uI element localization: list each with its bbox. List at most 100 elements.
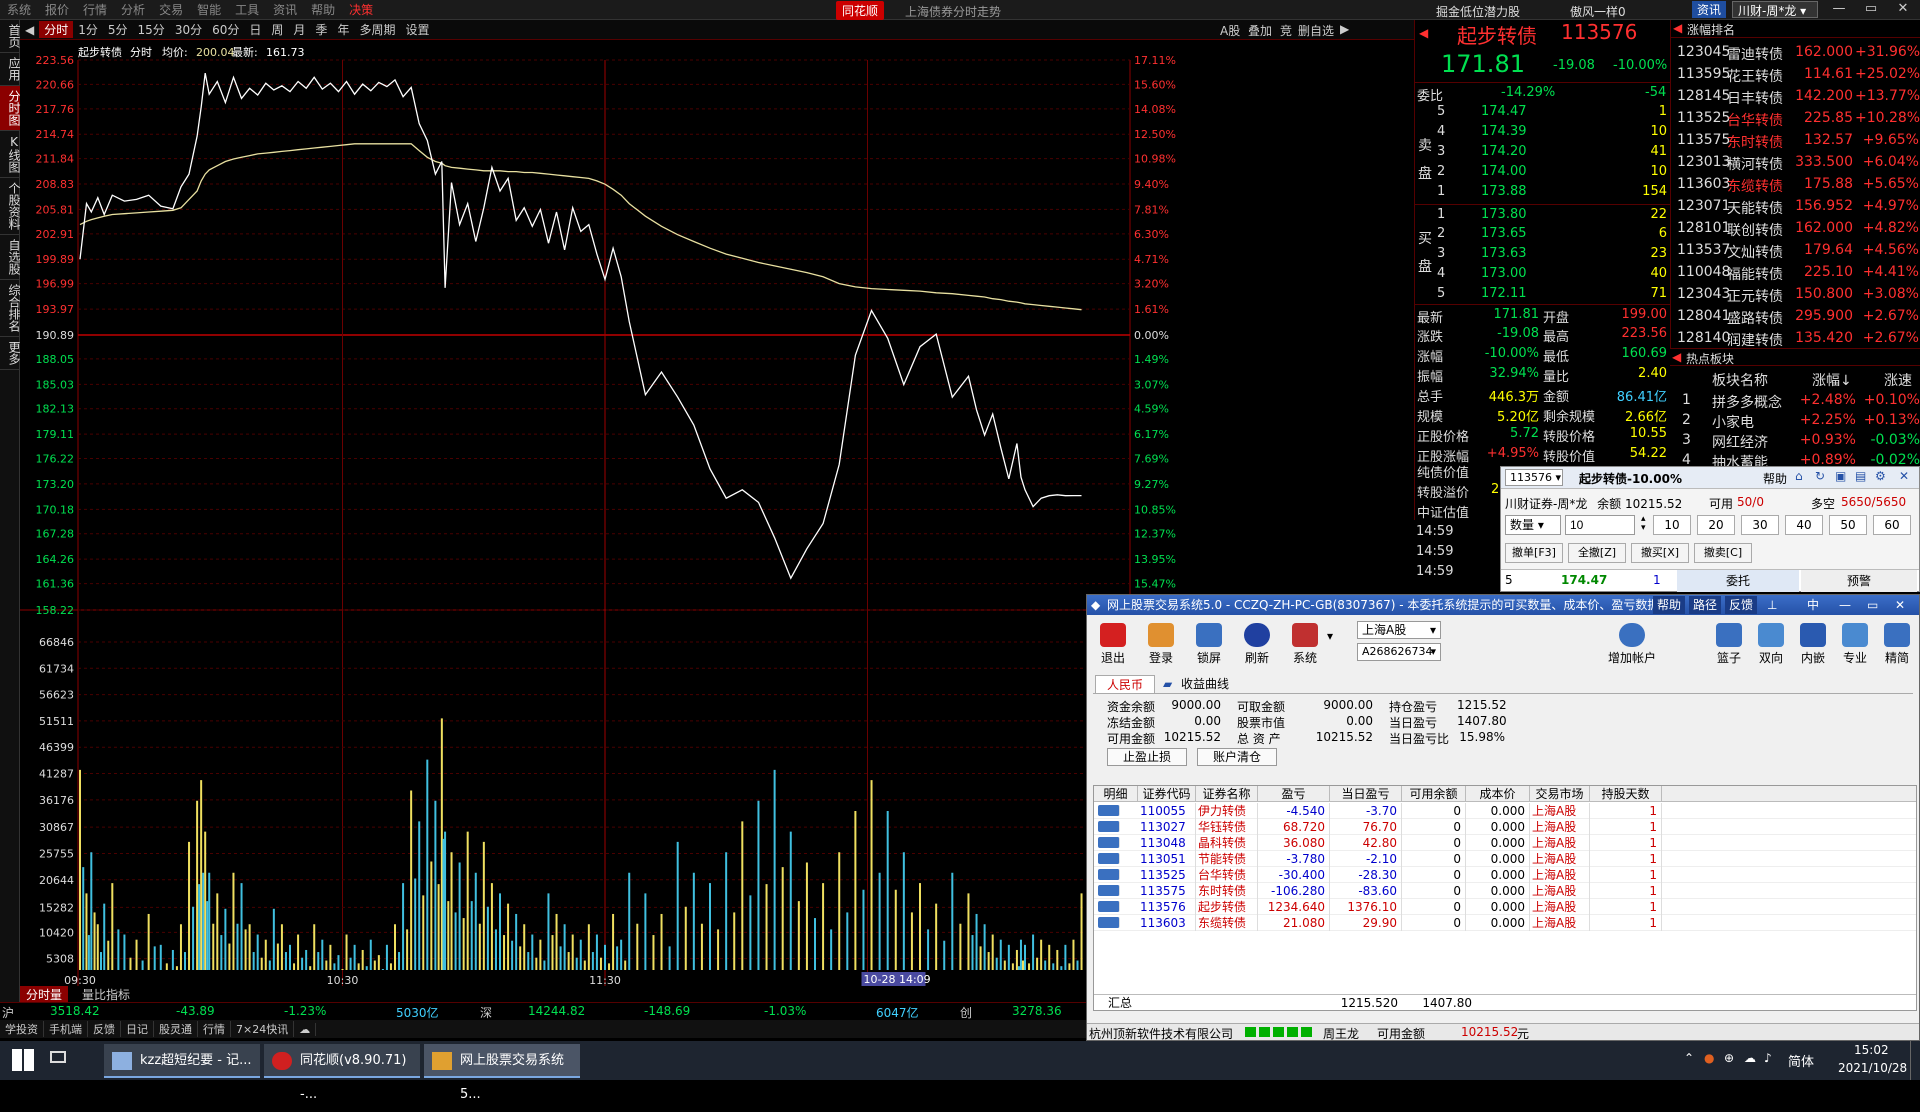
column-header[interactable]: 证券名称 [1196,786,1258,802]
ranking-row[interactable]: 128145 日丰转债 142.200 +13.77% [1671,86,1920,108]
detail-icon[interactable] [1098,869,1120,880]
detail-icon[interactable] [1098,853,1120,864]
period-multi[interactable]: 多周期 [354,21,400,38]
period-quarter[interactable]: 季 [310,21,332,38]
qty-preset-button[interactable]: 10 [1653,515,1691,535]
quick-learn[interactable]: 学投资 [0,1021,44,1037]
tray-date[interactable]: 2021/10/28 [1838,1061,1907,1075]
tab-profit-curve[interactable]: ▰ 收益曲线 [1161,675,1251,693]
toolbar-next-icon[interactable]: ▶ [1340,22,1349,36]
trade-system-button[interactable]: 系统 [1285,623,1325,666]
order-qty-select[interactable]: 数量 ▾ [1505,515,1561,535]
trade-feedback-button[interactable]: 反馈 [1725,596,1758,614]
order-action-button[interactable]: 撤单[F3] [1505,543,1563,563]
trade-add-account-button[interactable]: 增加帐户 [1597,623,1667,666]
minimize-icon[interactable]: — [1824,0,1854,18]
period-month[interactable]: 月 [288,21,310,38]
table-row[interactable]: 113048 晶科转债 36.080 42.80 0 0.000 上海A股 1 [1094,835,1916,851]
board-row[interactable]: 1 拼多多概念 +2.48% +0.10% [1670,390,1920,411]
order-tab-entrust[interactable]: 委托 [1677,570,1799,592]
order-help-link[interactable]: 帮助 [1763,470,1787,487]
task-trading[interactable]: 网上股票交易系统5... [424,1044,580,1102]
column-header[interactable]: 盈亏 [1258,786,1330,802]
period-5min[interactable]: 5分 [103,21,133,38]
detail-icon[interactable] [1098,917,1120,928]
bid-level[interactable]: 5 172.11 71 [1415,284,1671,304]
toolbar-auction[interactable]: 竞 [1280,22,1292,39]
ranking-prev-icon[interactable]: ◀ [1673,21,1682,35]
qty-preset-button[interactable]: 40 [1785,515,1823,535]
quick-news[interactable]: 7×24快讯 [231,1021,295,1037]
menu-market[interactable]: 行情 [76,1,114,18]
trade-simple-button[interactable]: 精简 [1877,623,1917,666]
task-notebook[interactable]: kzz超短纪要 - 记... [104,1044,260,1078]
table-row[interactable]: 113051 节能转债 -3.780 -2.10 0 0.000 上海A股 1 [1094,851,1916,867]
period-60min[interactable]: 60分 [207,21,244,38]
ranking-row[interactable]: 123045 雷迪转债 162.000 +31.96% [1671,42,1920,64]
menu-help[interactable]: 帮助 [304,1,342,18]
toolbar-back-icon[interactable]: ◀ [20,23,39,37]
menu-smart[interactable]: 智能 [190,1,228,18]
qty-preset-button[interactable]: 50 [1829,515,1867,535]
trade-path-button[interactable]: 路径 [1689,596,1722,614]
order-close-icon[interactable]: ✕ [1899,469,1909,483]
cloud-icon[interactable]: ☁ [294,1022,317,1036]
order-action-button[interactable]: 撤卖[C] [1694,543,1752,563]
task-tonghuashun[interactable]: 同花顺(v8.90.71) -... [264,1044,420,1102]
column-header[interactable]: 成本价 [1466,786,1530,802]
sidebar-more[interactable]: 更多 [0,337,21,370]
tray-network-icon[interactable]: ⊕ [1724,1051,1734,1065]
index-sh-value[interactable]: 3518.42 [50,1004,100,1018]
menu-system[interactable]: 系统 [0,1,38,18]
period-timeshare[interactable]: 分时 [39,21,74,38]
quote-prev-icon[interactable]: ◀ [1419,26,1428,40]
quick-market[interactable]: 行情 [198,1021,231,1037]
ranking-row[interactable]: 113595 花王转债 114.61 +25.02% [1671,64,1920,86]
clear-position-button[interactable]: 账户清仓 [1197,748,1277,766]
toolbar-overlay[interactable]: 叠加 [1248,22,1272,39]
quick-stock-link[interactable]: 股灵通 [154,1021,198,1037]
period-15min[interactable]: 15分 [133,21,170,38]
ranking-row[interactable]: 113575 东时转债 132.57 +9.65% [1671,130,1920,152]
table-row[interactable]: 113027 华钰转债 68.720 76.70 0 0.000 上海A股 1 [1094,819,1916,835]
sidebar-home[interactable]: 首页 [0,20,21,53]
index-sz-value[interactable]: 14244.82 [528,1004,585,1018]
trade-maximize-icon[interactable]: ▭ [1867,595,1878,615]
trade-twoway-button[interactable]: 双向 [1751,623,1791,666]
table-row[interactable]: 110055 伊力转债 -4.540 -3.70 0 0.000 上海A股 1 [1094,803,1916,819]
trade-login-button[interactable]: 登录 [1141,623,1181,666]
index-cy-value[interactable]: 3278.36 [1012,1004,1062,1018]
qty-stepper-icon[interactable]: ▴ ▾ [1641,515,1646,533]
bid-level[interactable]: 2 173.65 6 [1415,224,1671,244]
trade-pin-icon[interactable]: ⊥ [1767,595,1777,615]
table-row[interactable]: 113603 东缆转债 21.080 29.90 0 0.000 上海A股 1 [1094,915,1916,931]
ask-level[interactable]: 2 174.00 10 [1415,162,1671,182]
order-qty-input[interactable] [1565,515,1635,535]
desktop-icon[interactable] [50,1051,66,1063]
news-button[interactable]: 资讯 [1692,1,1727,18]
order-layout-icon[interactable]: ▤ [1855,469,1866,483]
ranking-row[interactable]: 128041 盛路转债 295.900 +2.67% [1671,306,1920,328]
board-col-pct[interactable]: 涨幅↓ [1812,370,1852,390]
tab-volume[interactable]: 分时量 [20,986,69,1003]
sidebar-ranking[interactable]: 综合排名 [0,280,21,337]
menu-quote[interactable]: 报价 [38,1,76,18]
promo-link-1[interactable]: 掘金低位潜力股 [1436,3,1520,20]
trade-refresh-button[interactable]: 刷新 [1237,623,1277,666]
tray-app-icon[interactable]: ● [1704,1051,1714,1065]
period-1min[interactable]: 1分 [73,21,103,38]
column-header[interactable]: 明细 [1094,786,1138,802]
tray-lang[interactable]: 简体 [1788,1051,1814,1070]
order-settings-icon[interactable]: ⚙ [1875,469,1886,483]
period-day[interactable]: 日 [244,21,266,38]
tray-time[interactable]: 15:02 [1854,1043,1889,1057]
table-row[interactable]: 113576 起步转债 1234.640 1376.10 0 0.000 上海A… [1094,899,1916,915]
tray-up-icon[interactable]: ⌃ [1684,1051,1694,1065]
period-week[interactable]: 周 [266,21,288,38]
order-window-icon[interactable]: ▣ [1835,469,1846,483]
trade-account-select[interactable]: A268626734 ▾ [1357,643,1441,661]
sidebar-stock-info[interactable]: 个股资料 [0,178,21,235]
windows-start-icon[interactable] [12,1049,34,1071]
board-row[interactable]: 2 小家电 +2.25% +0.13% [1670,410,1920,431]
column-header[interactable]: 可用余额 [1402,786,1466,802]
